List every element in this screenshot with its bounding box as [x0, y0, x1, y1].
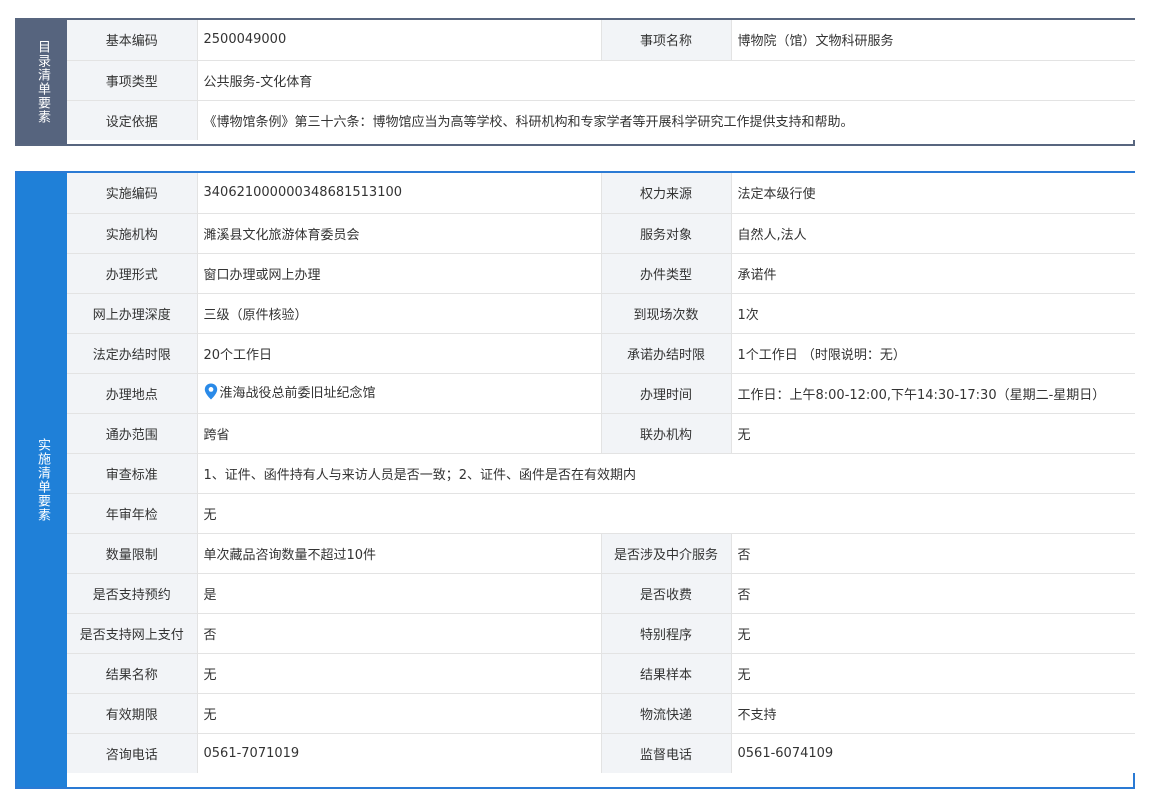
service-target-label: 服务对象 — [600, 212, 732, 254]
handle-form-label: 办理形式 — [67, 252, 198, 294]
table-row: 法定办结时限 20个工作日 承诺办结时限 1个工作日 （时限说明：无） — [67, 332, 1135, 374]
logistics-value: 不支持 — [730, 692, 1135, 734]
fee-label: 是否收费 — [600, 572, 732, 614]
table-row: 设定依据 《博物馆条例》第三十六条：博物馆应当为高等学校、科研机构和专家学者等开… — [67, 99, 1135, 140]
consult-phone-label: 咨询电话 — [67, 732, 198, 773]
validity-label: 有效期限 — [67, 692, 198, 734]
table-row: 有效期限 无 物流快递 不支持 — [67, 692, 1135, 734]
agency-label: 实施机构 — [67, 212, 198, 254]
table-row: 网上办理深度 三级（原件核验） 到现场次数 1次 — [67, 292, 1135, 334]
location-pin-icon[interactable] — [204, 383, 218, 404]
table-row: 基本编码 2500049000 事项名称 博物院（馆）文物科研服务 — [67, 20, 1135, 61]
location-label: 办理地点 — [67, 372, 198, 414]
quantity-limit-value: 单次藏品咨询数量不超过10件 — [196, 532, 602, 574]
table-row: 数量限制 单次藏品咨询数量不超过10件 是否涉及中介服务 否 — [67, 532, 1135, 574]
implement-table: 实施编码 340621000000348681513100 权力来源 法定本级行… — [67, 173, 1135, 773]
service-target-value: 自然人,法人 — [730, 212, 1135, 254]
implement-section: 实施清单要素 实施编码 340621000000348681513100 权力来… — [15, 171, 1135, 789]
reservation-value: 是 — [196, 572, 602, 614]
table-row: 是否支持预约 是 是否收费 否 — [67, 572, 1135, 614]
table-row: 办理地点 淮海战役总前委旧址纪念馆 办理时间 工作日：上午8:00-12:00,… — [67, 372, 1135, 414]
joint-agency-label: 联办机构 — [600, 412, 732, 454]
special-procedure-value: 无 — [730, 612, 1135, 654]
result-sample-label: 结果样本 — [600, 652, 732, 694]
quantity-limit-label: 数量限制 — [67, 532, 198, 574]
joint-agency-value: 无 — [730, 412, 1135, 454]
supervise-phone-label: 监督电话 — [600, 732, 732, 773]
consult-phone-value: 0561-7071019 — [196, 732, 602, 773]
table-row: 年审年检 无 — [67, 492, 1135, 534]
fee-value: 否 — [730, 572, 1135, 614]
result-name-value: 无 — [196, 652, 602, 694]
item-name-value: 博物院（馆）文物科研服务 — [730, 20, 1135, 61]
table-row: 办理形式 窗口办理或网上办理 办件类型 承诺件 — [67, 252, 1135, 294]
handle-form-value: 窗口办理或网上办理 — [196, 252, 602, 294]
result-name-label: 结果名称 — [67, 652, 198, 694]
case-type-label: 办件类型 — [600, 252, 732, 294]
visits-value: 1次 — [730, 292, 1135, 334]
agency-value: 濉溪县文化旅游体育委员会 — [196, 212, 602, 254]
item-type-value: 公共服务-文化体育 — [196, 59, 1135, 101]
intermediary-label: 是否涉及中介服务 — [600, 532, 732, 574]
basis-value: 《博物馆条例》第三十六条：博物馆应当为高等学校、科研机构和专家学者等开展科学研究… — [196, 99, 1135, 140]
online-pay-label: 是否支持网上支付 — [67, 612, 198, 654]
impl-code-value: 340621000000348681513100 — [196, 173, 602, 214]
visits-label: 到现场次数 — [600, 292, 732, 334]
location-value[interactable]: 淮海战役总前委旧址纪念馆 — [220, 386, 376, 401]
scope-value: 跨省 — [196, 412, 602, 454]
online-depth-label: 网上办理深度 — [67, 292, 198, 334]
supervise-phone-value: 0561-6074109 — [730, 732, 1135, 773]
reservation-label: 是否支持预约 — [67, 572, 198, 614]
catalog-table: 基本编码 2500049000 事项名称 博物院（馆）文物科研服务 事项类型 公… — [67, 20, 1135, 140]
impl-code-label: 实施编码 — [67, 173, 198, 214]
logistics-label: 物流快递 — [600, 692, 732, 734]
power-source-value: 法定本级行使 — [730, 173, 1135, 214]
table-row: 事项类型 公共服务-文化体育 — [67, 59, 1135, 101]
intermediary-value: 否 — [730, 532, 1135, 574]
case-type-value: 承诺件 — [730, 252, 1135, 294]
validity-value: 无 — [196, 692, 602, 734]
table-row: 结果名称 无 结果样本 无 — [67, 652, 1135, 694]
power-source-label: 权力来源 — [600, 173, 732, 214]
online-pay-value: 否 — [196, 612, 602, 654]
catalog-section-title: 目录清单要素 — [17, 20, 67, 144]
special-procedure-label: 特别程序 — [600, 612, 732, 654]
table-row: 咨询电话 0561-7071019 监督电话 0561-6074109 — [67, 732, 1135, 773]
legal-limit-value: 20个工作日 — [196, 332, 602, 374]
basis-label: 设定依据 — [67, 99, 198, 140]
table-row: 是否支持网上支付 否 特别程序 无 — [67, 612, 1135, 654]
location-cell[interactable]: 淮海战役总前委旧址纪念馆 — [196, 372, 602, 414]
annual-review-label: 年审年检 — [67, 492, 198, 534]
promise-limit-label: 承诺办结时限 — [600, 332, 732, 374]
implement-section-title: 实施清单要素 — [17, 173, 67, 787]
table-row: 实施编码 340621000000348681513100 权力来源 法定本级行… — [67, 173, 1135, 214]
basic-code-label: 基本编码 — [67, 20, 198, 61]
table-row: 实施机构 濉溪县文化旅游体育委员会 服务对象 自然人,法人 — [67, 212, 1135, 254]
item-name-label: 事项名称 — [600, 20, 732, 61]
legal-limit-label: 法定办结时限 — [67, 332, 198, 374]
online-depth-value: 三级（原件核验） — [196, 292, 602, 334]
scope-label: 通办范围 — [67, 412, 198, 454]
table-row: 审查标准 1、证件、函件持有人与来访人员是否一致；2、证件、函件是否在有效期内 — [67, 452, 1135, 494]
item-type-label: 事项类型 — [67, 59, 198, 101]
annual-review-value: 无 — [196, 492, 1135, 534]
basic-code-value: 2500049000 — [196, 20, 602, 61]
promise-limit-value: 1个工作日 （时限说明：无） — [730, 332, 1135, 374]
review-standard-value: 1、证件、函件持有人与来访人员是否一致；2、证件、函件是否在有效期内 — [196, 452, 1135, 494]
review-standard-label: 审查标准 — [67, 452, 198, 494]
result-sample-value: 无 — [730, 652, 1135, 694]
table-row: 通办范围 跨省 联办机构 无 — [67, 412, 1135, 454]
catalog-section: 目录清单要素 基本编码 2500049000 事项名称 博物院（馆）文物科研服务… — [15, 18, 1135, 146]
hours-value: 工作日：上午8:00-12:00,下午14:30-17:30（星期二-星期日） — [730, 372, 1135, 414]
hours-label: 办理时间 — [600, 372, 732, 414]
